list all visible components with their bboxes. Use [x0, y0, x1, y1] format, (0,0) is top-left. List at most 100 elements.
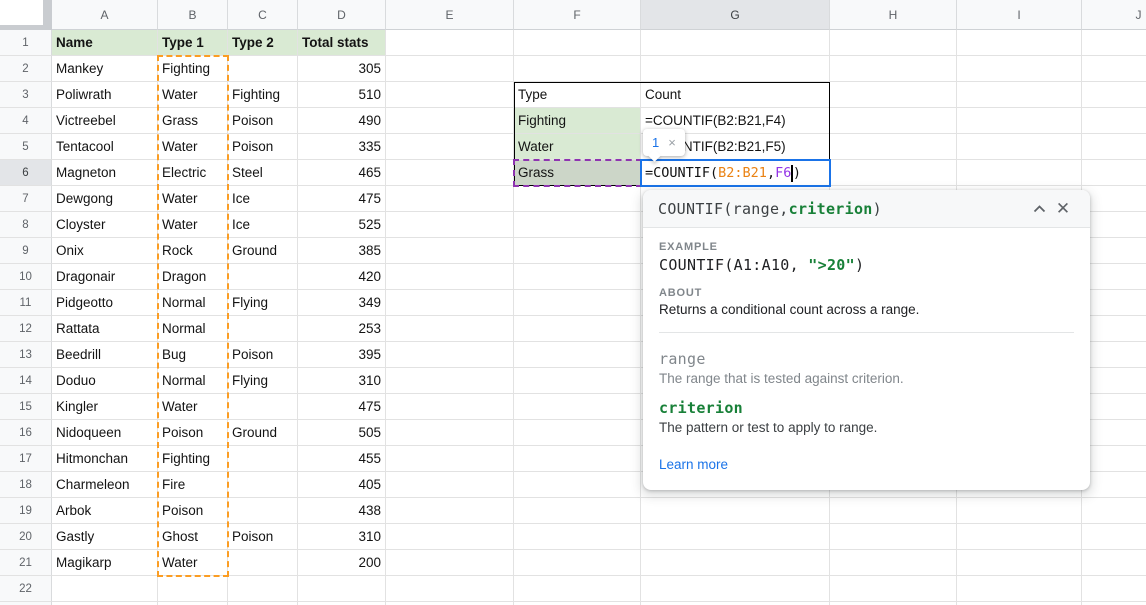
cell-A3[interactable]: Poliwrath — [52, 82, 158, 108]
cell-B13[interactable]: Bug — [158, 342, 228, 368]
cell-C9[interactable]: Ground — [228, 238, 298, 264]
cell-J5[interactable] — [1082, 134, 1146, 160]
cell-H19[interactable] — [830, 498, 957, 524]
cell-I20[interactable] — [957, 524, 1082, 550]
cell-G3[interactable]: Count — [641, 82, 830, 108]
cell-A8[interactable]: Cloyster — [52, 212, 158, 238]
cell-H21[interactable] — [830, 550, 957, 576]
cell-F2[interactable] — [514, 56, 641, 82]
row-header-20[interactable]: 20 — [0, 524, 52, 550]
cell-E15[interactable] — [386, 394, 514, 420]
cell-E21[interactable] — [386, 550, 514, 576]
cell-J2[interactable] — [1082, 56, 1146, 82]
cell-I22[interactable] — [957, 576, 1082, 602]
row-header-22[interactable]: 22 — [0, 576, 52, 602]
cell-F22[interactable] — [514, 576, 641, 602]
learn-more-link[interactable]: Learn more — [659, 457, 728, 472]
row-header-10[interactable]: 10 — [0, 264, 52, 290]
cell-J1[interactable] — [1082, 30, 1146, 56]
cell-B6[interactable]: Electric — [158, 160, 228, 186]
col-header-A[interactable]: A — [52, 0, 158, 30]
cell-G20[interactable] — [641, 524, 830, 550]
row-header-18[interactable]: 18 — [0, 472, 52, 498]
cell-G2[interactable] — [641, 56, 830, 82]
row-header-16[interactable]: 16 — [0, 420, 52, 446]
cell-E11[interactable] — [386, 290, 514, 316]
cell-A4[interactable]: Victreebel — [52, 108, 158, 134]
cell-J16[interactable] — [1082, 420, 1146, 446]
cell-J13[interactable] — [1082, 342, 1146, 368]
row-header-7[interactable]: 7 — [0, 186, 52, 212]
cell-C1[interactable]: Type 2 — [228, 30, 298, 56]
cell-J15[interactable] — [1082, 394, 1146, 420]
cell-D11[interactable]: 349 — [298, 290, 386, 316]
cell-D3[interactable]: 510 — [298, 82, 386, 108]
cell-A16[interactable]: Nidoqueen — [52, 420, 158, 446]
cell-A5[interactable]: Tentacool — [52, 134, 158, 160]
cell-A19[interactable]: Arbok — [52, 498, 158, 524]
cell-J21[interactable] — [1082, 550, 1146, 576]
cell-J8[interactable] — [1082, 212, 1146, 238]
cell-D22[interactable] — [298, 576, 386, 602]
col-header-E[interactable]: E — [386, 0, 514, 30]
cell-F4[interactable]: Fighting — [514, 108, 641, 134]
col-header-I[interactable]: I — [957, 0, 1082, 30]
cell-I5[interactable] — [957, 134, 1082, 160]
cell-B2[interactable]: Fighting — [158, 56, 228, 82]
formula-edit-cell-G6[interactable]: =COUNTIF(B2:B21,F6) — [640, 159, 831, 187]
cell-F8[interactable] — [514, 212, 641, 238]
cell-F6[interactable]: Grass — [514, 160, 641, 186]
cell-A1[interactable]: Name — [52, 30, 158, 56]
cell-C17[interactable] — [228, 446, 298, 472]
cell-E2[interactable] — [386, 56, 514, 82]
cell-I21[interactable] — [957, 550, 1082, 576]
cell-B17[interactable]: Fighting — [158, 446, 228, 472]
cell-H2[interactable] — [830, 56, 957, 82]
cell-E20[interactable] — [386, 524, 514, 550]
row-header-11[interactable]: 11 — [0, 290, 52, 316]
col-header-C[interactable]: C — [228, 0, 298, 30]
cell-E17[interactable] — [386, 446, 514, 472]
cell-J3[interactable] — [1082, 82, 1146, 108]
row-header-14[interactable]: 14 — [0, 368, 52, 394]
cell-E16[interactable] — [386, 420, 514, 446]
cell-C4[interactable]: Poison — [228, 108, 298, 134]
tooltip-close-icon[interactable]: × — [668, 135, 676, 150]
row-header-2[interactable]: 2 — [0, 56, 52, 82]
cell-D8[interactable]: 525 — [298, 212, 386, 238]
cell-G21[interactable] — [641, 550, 830, 576]
cell-A9[interactable]: Onix — [52, 238, 158, 264]
cell-F17[interactable] — [514, 446, 641, 472]
row-header-19[interactable]: 19 — [0, 498, 52, 524]
cell-J22[interactable] — [1082, 576, 1146, 602]
cell-F19[interactable] — [514, 498, 641, 524]
row-header-4[interactable]: 4 — [0, 108, 52, 134]
cell-F20[interactable] — [514, 524, 641, 550]
cell-C22[interactable] — [228, 576, 298, 602]
cell-E3[interactable] — [386, 82, 514, 108]
row-header-8[interactable]: 8 — [0, 212, 52, 238]
cell-A17[interactable]: Hitmonchan — [52, 446, 158, 472]
cell-B8[interactable]: Water — [158, 212, 228, 238]
row-header-13[interactable]: 13 — [0, 342, 52, 368]
cell-E19[interactable] — [386, 498, 514, 524]
cell-H22[interactable] — [830, 576, 957, 602]
cell-B11[interactable]: Normal — [158, 290, 228, 316]
cell-D7[interactable]: 475 — [298, 186, 386, 212]
col-header-H[interactable]: H — [830, 0, 957, 30]
cell-J6[interactable] — [1082, 160, 1146, 186]
cell-I6[interactable] — [957, 160, 1082, 186]
cell-B1[interactable]: Type 1 — [158, 30, 228, 56]
cell-E7[interactable] — [386, 186, 514, 212]
col-header-F[interactable]: F — [514, 0, 641, 30]
cell-D20[interactable]: 310 — [298, 524, 386, 550]
cell-B7[interactable]: Water — [158, 186, 228, 212]
cell-D5[interactable]: 335 — [298, 134, 386, 160]
cell-F13[interactable] — [514, 342, 641, 368]
cell-A15[interactable]: Kingler — [52, 394, 158, 420]
cell-H3[interactable] — [830, 82, 957, 108]
cell-C13[interactable]: Poison — [228, 342, 298, 368]
cell-F12[interactable] — [514, 316, 641, 342]
cell-D21[interactable]: 200 — [298, 550, 386, 576]
cell-E6[interactable] — [386, 160, 514, 186]
